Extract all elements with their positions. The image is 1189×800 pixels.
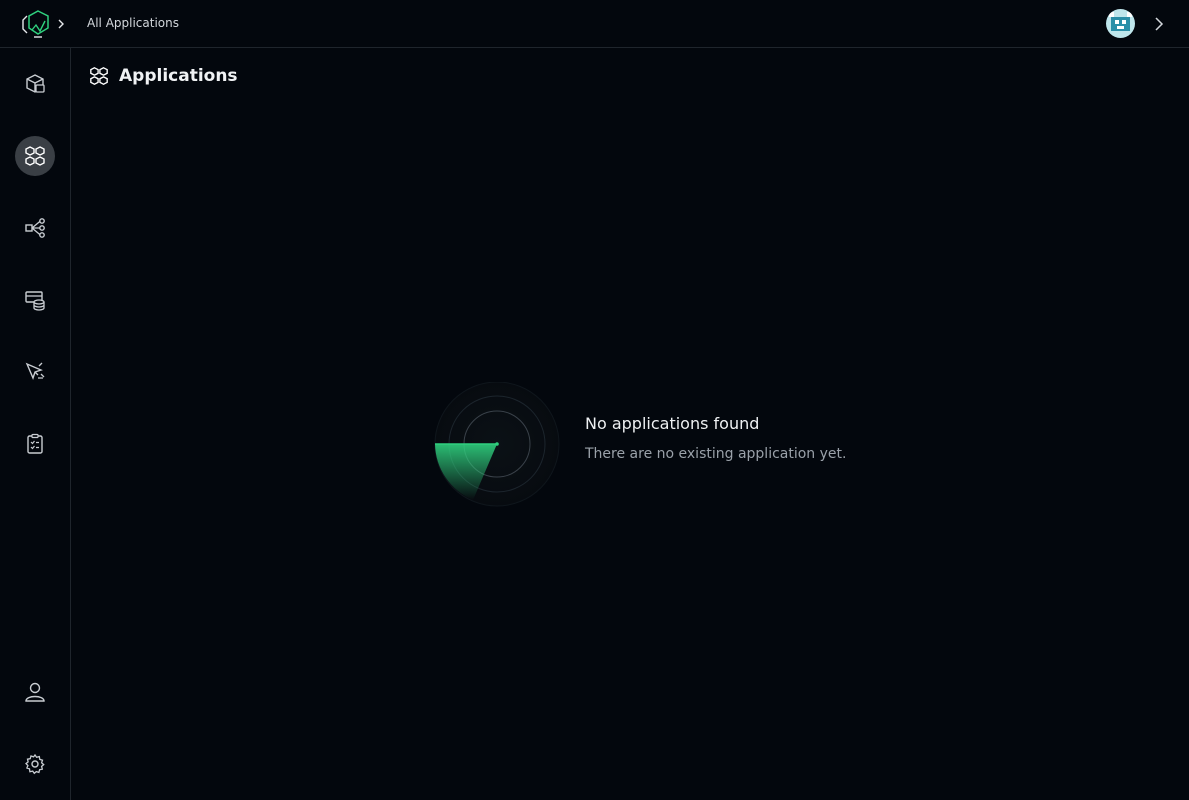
top-bar: All Applications (0, 0, 1189, 48)
share-nodes-icon (25, 218, 45, 238)
sidebar-item-deploy[interactable] (15, 352, 55, 392)
radar-icon (434, 382, 560, 507)
chevron-right-icon[interactable] (1152, 15, 1166, 33)
gear-icon (25, 753, 45, 775)
database-icon (25, 291, 45, 311)
sidebar-item-profile[interactable] (15, 672, 55, 712)
sidebar-item-data[interactable] (15, 280, 55, 320)
applications-icon (90, 67, 108, 85)
empty-state-description: There are no existing application yet. (585, 446, 847, 462)
empty-state-title: No applications found (585, 414, 760, 433)
breadcrumb[interactable]: All Applications (87, 16, 179, 30)
page-header: Applications (89, 66, 238, 86)
main-content: Applications No applications found There… (71, 48, 1189, 800)
rocket-icon (25, 362, 45, 380)
page-title: Applications (119, 66, 238, 86)
sidebar-item-applications[interactable] (15, 136, 55, 176)
package-icon (26, 74, 45, 93)
sidebar-item-tasks[interactable] (15, 424, 55, 464)
logo-icon[interactable] (22, 9, 64, 39)
applications-icon (25, 146, 45, 166)
avatar[interactable] (1106, 9, 1135, 38)
sidebar (0, 48, 71, 800)
sidebar-item-graph[interactable] (15, 208, 55, 248)
user-icon (25, 682, 45, 702)
sidebar-item-settings[interactable] (15, 744, 55, 784)
sidebar-item-packages[interactable] (15, 64, 55, 104)
empty-state: No applications found There are no exist… (433, 382, 853, 508)
checklist-icon (27, 433, 43, 454)
